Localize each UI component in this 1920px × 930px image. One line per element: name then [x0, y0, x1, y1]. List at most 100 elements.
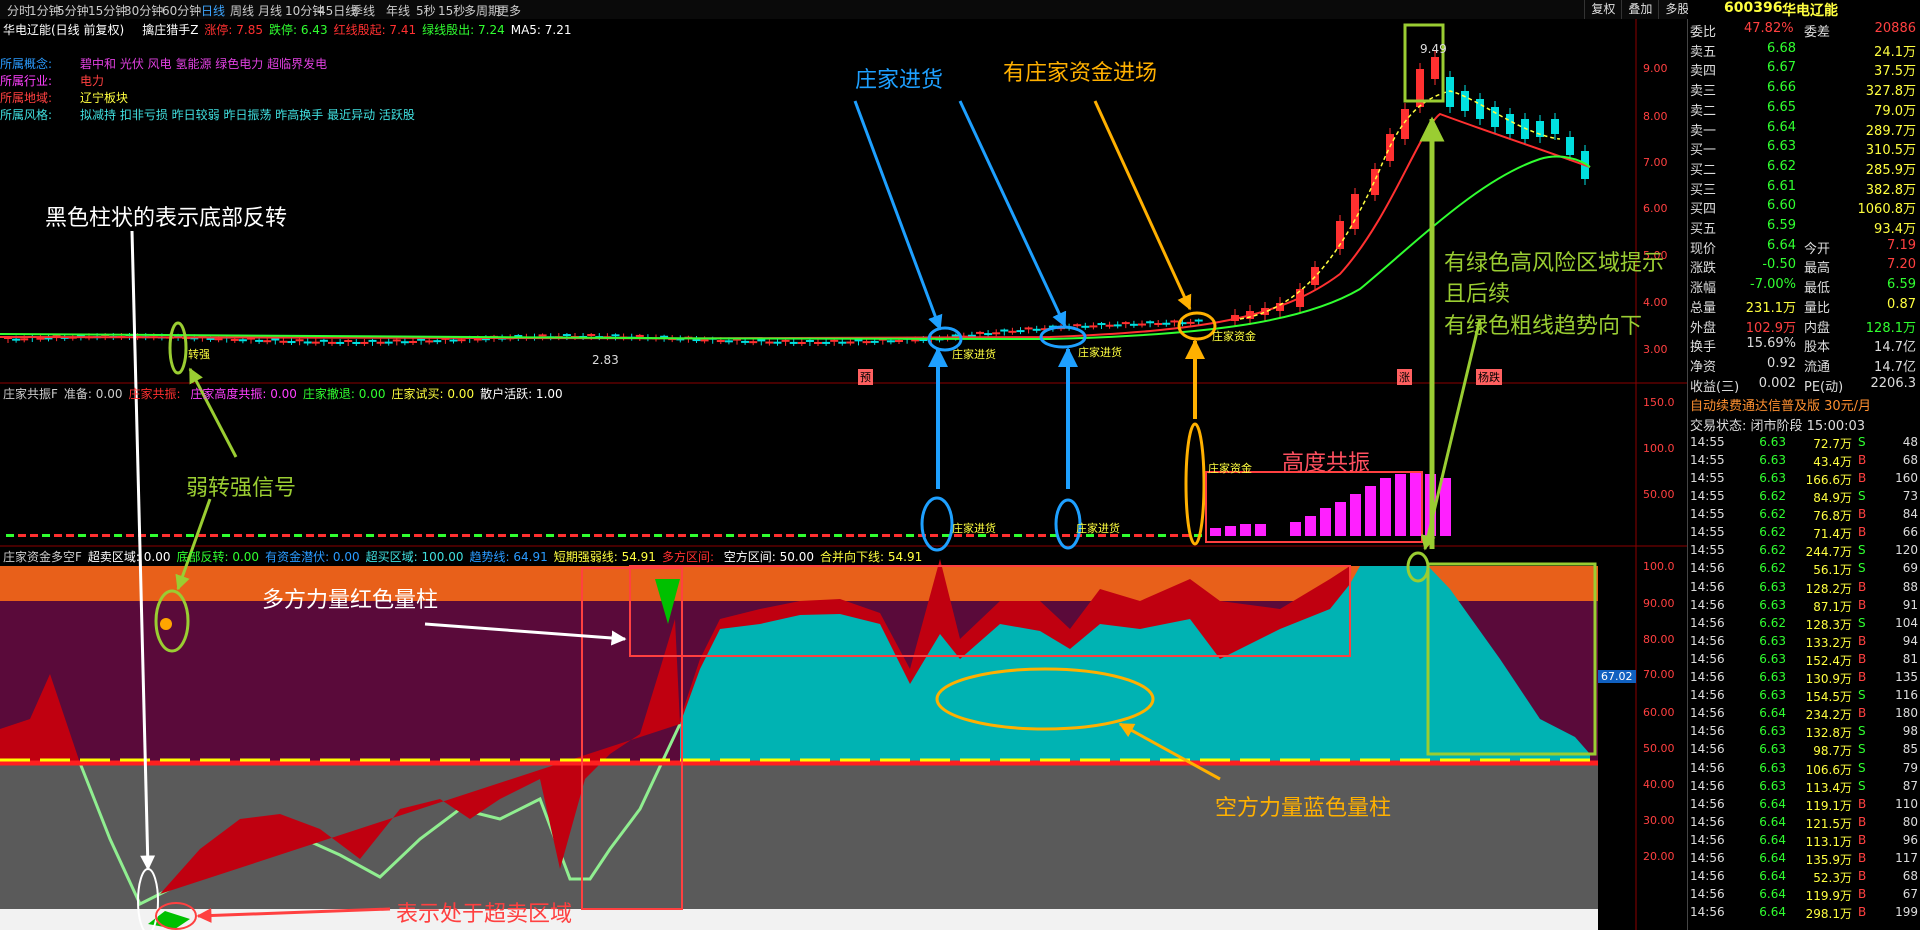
sub1-small-bar	[30, 534, 38, 537]
candle-body	[1000, 329, 1009, 332]
tab-11[interactable]: 季线	[351, 2, 375, 19]
sub1-resonance-bar	[1350, 494, 1361, 536]
candle-body	[846, 341, 855, 344]
sub1-legend-item-0: 庄家共振F	[3, 387, 58, 401]
sub1-small-bar	[822, 534, 830, 537]
stats-row-0: 现价 6.64 今开 7.19	[1690, 237, 1916, 257]
sub1-resonance-bar	[1225, 526, 1236, 536]
candle-body	[1461, 91, 1469, 111]
sub2-legend-item-9: 合并向下线: 54.91	[820, 550, 923, 564]
money-flow-legend: 庄家资金多空F 超卖区域: 0.00 底部反转: 0.00 有资金潜伏: 0.00 超买…	[3, 548, 928, 565]
high-price-label: 9.49	[1420, 42, 1447, 56]
main-legend-item-2: 红线殷起: 7.41	[333, 23, 417, 37]
tick-row: 14:56 6.63 113.4万 S 87	[1690, 778, 1918, 795]
price-axis-label: 4.00	[1643, 296, 1668, 309]
tab-12[interactable]: 年线	[386, 2, 410, 19]
osc-dot	[160, 618, 172, 630]
sub2-legend-item-5: 趋势线: 64.91	[469, 550, 548, 564]
tab-16[interactable]: 更多	[497, 2, 521, 19]
sub1-small-bar	[378, 534, 386, 537]
candle-body	[870, 340, 879, 343]
sub1-small-bar	[834, 534, 842, 537]
sub2-legend-item-7: 多方区间:	[661, 550, 718, 564]
sub1-small-bar	[1026, 534, 1034, 537]
sub1-small-bar	[666, 534, 674, 537]
tab-4[interactable]: 30分钟	[124, 2, 163, 19]
tag-jiedie: 杨跌	[1476, 369, 1502, 385]
candle-body	[344, 339, 353, 342]
sell-row-4: 卖一 6.64 289.7万	[1690, 119, 1916, 139]
promo-row: 自动续费通达信普及版 30元/月	[1690, 399, 1872, 415]
candle-body	[1170, 320, 1179, 323]
sub1-small-bar	[810, 534, 818, 537]
jinhuo-label-1: 庄家进货	[952, 348, 996, 361]
candle-body	[1089, 325, 1098, 328]
candle-body	[279, 340, 288, 343]
sub1-small-bar	[246, 534, 254, 537]
tab-0[interactable]: 分时	[7, 2, 31, 19]
resonance-legend: 庄家共振F 准备: 0.00 庄家共振: 庄家高度共振: 0.00 庄家撤退: 0.0…	[3, 385, 569, 402]
candle-body	[773, 341, 782, 344]
tab-7[interactable]: 周线	[230, 2, 254, 19]
candle-body	[765, 341, 774, 344]
tick-row: 14:56 6.63 152.4万 B 81	[1690, 651, 1918, 668]
sub1-small-bar	[762, 534, 770, 537]
buy-row-3: 买四 6.60 1060.8万	[1690, 198, 1916, 218]
sub1-small-bar	[42, 534, 50, 537]
sub1-small-bar	[54, 534, 62, 537]
sell-row-0: 卖五 6.68 24.1万	[1690, 40, 1916, 60]
tab-1[interactable]: 1分钟	[29, 2, 61, 19]
tab-13[interactable]: 5秒	[416, 2, 436, 19]
sub1-small-bar	[90, 534, 98, 537]
annotation-risk-3: 有绿色粗线趋势向下	[1444, 314, 1643, 339]
sub1-resonance-bar	[1320, 508, 1331, 536]
zijin-label-2: 庄家资金	[1208, 462, 1252, 475]
candle-body	[336, 341, 345, 344]
tab-6[interactable]: 日线	[201, 2, 225, 19]
info-row-1: 所属行业: 电力	[0, 74, 105, 88]
tab-15[interactable]: 多周期	[464, 2, 500, 19]
candle-body	[263, 340, 272, 343]
stats-row-3: 总量 231.1万 量比 0.87	[1690, 296, 1916, 316]
candle-body	[360, 341, 369, 344]
sub1-legend-item-6: 散户活跃: 1.00	[480, 387, 563, 401]
sub2-axis-label: 20.00	[1643, 850, 1675, 863]
sub2-legend-item-1: 超卖区域: 0.00	[87, 550, 171, 564]
sub1-small-bar	[222, 534, 230, 537]
tab-3[interactable]: 15分钟	[88, 2, 127, 19]
sub1-resonance-bar	[1305, 516, 1316, 536]
sell-row-2: 卖三 6.66 327.8万	[1690, 80, 1916, 100]
tab-2[interactable]: 5分钟	[57, 2, 89, 19]
candle-body	[1506, 114, 1514, 134]
candle-body	[1024, 327, 1033, 330]
sub1-resonance-bar	[1335, 502, 1346, 536]
sub1-axis-label: 50.00	[1643, 488, 1675, 501]
sub1-small-bar	[1038, 534, 1046, 537]
candle-body	[716, 340, 725, 343]
sub1-resonance-bar	[1240, 524, 1251, 536]
price-axis-label: 8.00	[1643, 110, 1668, 123]
sub1-small-bar	[318, 534, 326, 537]
candle-body	[400, 341, 409, 344]
candle-body	[741, 340, 750, 343]
candle-body	[1016, 330, 1025, 333]
sub1-small-bar	[606, 534, 614, 537]
tab-14[interactable]: 15秒	[438, 2, 465, 19]
candle-body	[1491, 107, 1499, 127]
zijin-label-1: 庄家资金	[1212, 330, 1256, 343]
toolbar-button-0[interactable]: 复权	[1584, 0, 1621, 19]
sub1-small-bar	[306, 534, 314, 537]
sub1-small-bar	[642, 534, 650, 537]
sub2-axis-label: 80.00	[1643, 633, 1675, 646]
toolbar-button-1[interactable]: 叠加	[1621, 0, 1658, 19]
sub1-small-bar	[930, 534, 938, 537]
candle-body	[984, 333, 993, 336]
sub1-small-bar	[330, 534, 338, 537]
sub1-small-bar	[738, 534, 746, 537]
candle-body	[255, 339, 264, 342]
low-price-label: 2.83	[592, 353, 619, 367]
tab-5[interactable]: 60分钟	[162, 2, 201, 19]
candle-body	[749, 341, 758, 344]
tab-8[interactable]: 月线	[258, 2, 282, 19]
sub1-small-bar	[6, 534, 14, 537]
